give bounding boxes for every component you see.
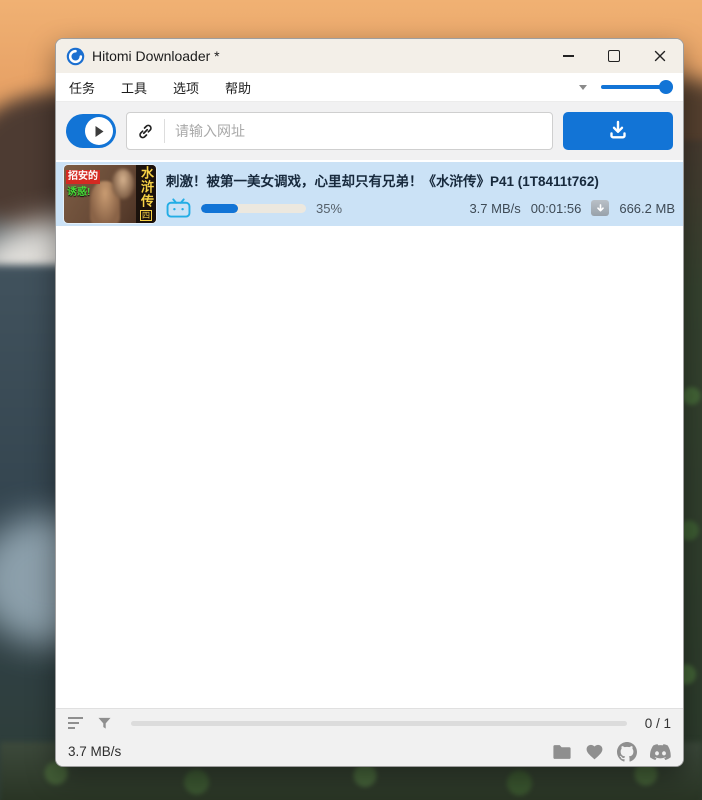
folder-icon[interactable]	[552, 743, 572, 761]
chevron-down-icon[interactable]	[579, 84, 587, 90]
download-progress-bar	[201, 203, 306, 213]
url-toolbar	[56, 102, 683, 160]
thumbnail-episode-badge: 四	[140, 210, 152, 221]
overall-progress-bar	[131, 720, 627, 726]
close-icon	[654, 50, 666, 62]
bilibili-icon	[166, 198, 191, 218]
download-button[interactable]	[563, 112, 673, 150]
auto-download-toggle[interactable]	[66, 114, 116, 148]
download-stats: 35% 3.7 MB/s 00:01:56 666.2 MB	[166, 198, 675, 218]
play-icon	[85, 117, 113, 145]
app-window: Hitomi Downloader * 任务 工具 选项 帮助 请输入网址 招安…	[55, 38, 684, 767]
thumbnail-side-strip: 水浒传 四	[136, 165, 156, 223]
progress-percent: 35%	[316, 200, 343, 216]
sort-icon[interactable]	[68, 717, 84, 729]
url-input[interactable]	[165, 123, 552, 139]
footer-toolbar: 0 / 1	[56, 708, 683, 737]
download-list: 招安的 诱惑! 水浒传 四 刺激！被第一美女调戏，心里却只有兄弟！《水浒传》P4…	[56, 160, 683, 708]
discord-icon[interactable]	[650, 743, 671, 760]
menu-bar: 任务 工具 选项 帮助	[56, 73, 683, 102]
total-speed: 3.7 MB/s	[68, 744, 122, 759]
menu-tools[interactable]: 工具	[108, 73, 160, 101]
video-thumbnail: 招安的 诱惑! 水浒传 四	[64, 165, 156, 223]
github-icon[interactable]	[617, 741, 637, 762]
speed-limit-slider[interactable]	[601, 80, 673, 94]
row-progress-fill	[201, 203, 238, 213]
status-icons	[552, 741, 671, 762]
maximize-button[interactable]	[591, 39, 637, 73]
menu-tasks[interactable]: 任务	[56, 73, 108, 101]
title-bar[interactable]: Hitomi Downloader *	[56, 39, 683, 73]
downloading-status-icon[interactable]	[591, 200, 610, 216]
app-logo-icon	[66, 47, 85, 66]
download-row-main: 刺激！被第一美女调戏，心里却只有兄弟！《水浒传》P41 (1T8411t762)	[166, 170, 675, 218]
download-size: 666.2 MB	[619, 200, 675, 216]
menu-help[interactable]: 帮助	[212, 73, 264, 101]
download-icon	[610, 120, 626, 139]
link-icon	[127, 122, 164, 141]
window-title: Hitomi Downloader *	[92, 48, 220, 64]
thumbnail-tag-top: 招安的	[66, 170, 100, 184]
download-speed: 3.7 MB/s	[469, 200, 521, 216]
thumbnail-tag-bottom: 诱惑!	[67, 187, 91, 198]
thumbnail-series-title: 水浒传	[139, 166, 154, 208]
download-counter: 0 / 1	[644, 715, 671, 731]
heart-icon[interactable]	[585, 743, 604, 761]
status-bar: 3.7 MB/s	[56, 737, 683, 766]
thumbnail-figure	[112, 169, 134, 199]
filter-icon[interactable]	[96, 715, 113, 732]
url-input-box	[126, 112, 553, 150]
maximize-icon	[608, 50, 620, 62]
download-eta: 00:01:56	[530, 200, 582, 216]
download-row[interactable]: 招安的 诱惑! 水浒传 四 刺激！被第一美女调戏，心里却只有兄弟！《水浒传》P4…	[56, 162, 683, 226]
download-title: 刺激！被第一美女调戏，心里却只有兄弟！《水浒传》P41 (1T8411t762)	[166, 174, 599, 189]
menu-options[interactable]: 选项	[160, 73, 212, 101]
minimize-icon	[562, 55, 574, 57]
slider-knob[interactable]	[659, 80, 673, 94]
minimize-button[interactable]	[545, 39, 591, 73]
close-button[interactable]	[637, 39, 683, 73]
